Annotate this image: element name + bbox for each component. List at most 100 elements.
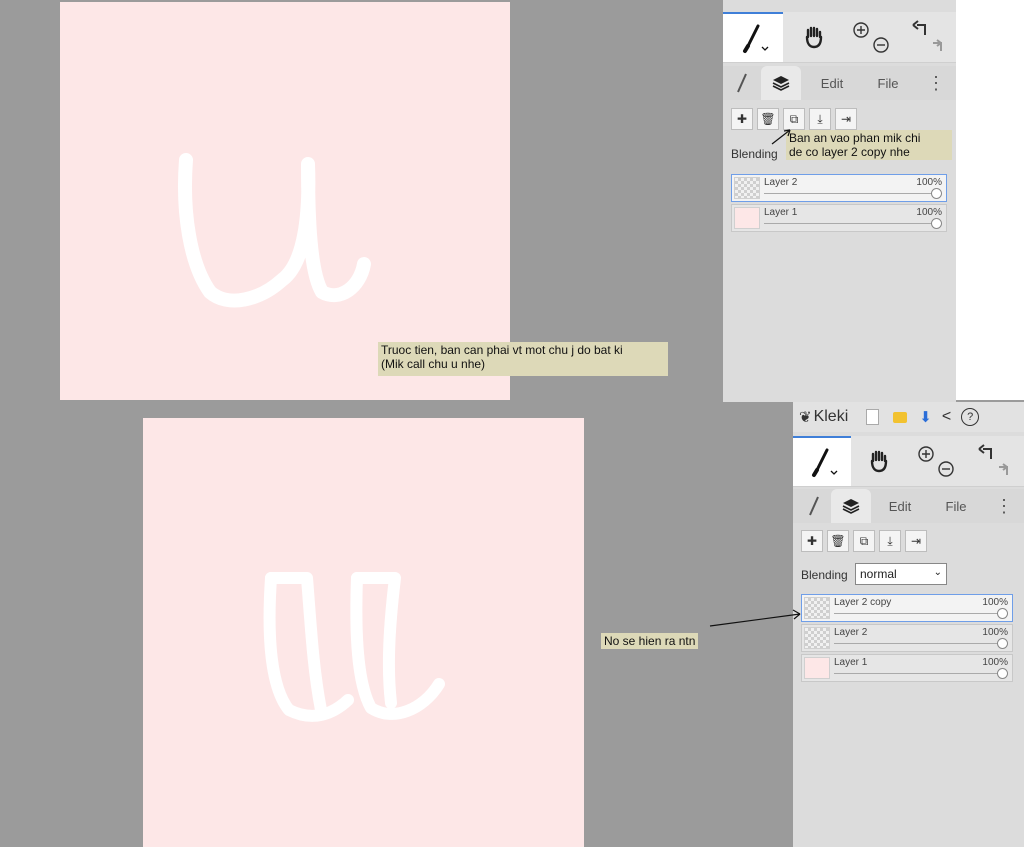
annotation-note-2: No se hien ra ntn xyxy=(601,633,699,649)
drawing-canvas-1[interactable] xyxy=(60,2,510,400)
annotation-line: Ban an vao phan mik chi xyxy=(789,131,921,145)
duplicate-layer-icon[interactable]: ⧉ xyxy=(853,530,875,552)
brush-tool[interactable] xyxy=(793,436,851,486)
annotation-arrow xyxy=(771,129,791,145)
layer-name: Layer 1 xyxy=(764,207,798,218)
layer-item[interactable]: Layer 2 copy 100% xyxy=(801,594,1013,622)
opacity-slider[interactable] xyxy=(834,643,1000,644)
add-layer-icon[interactable]: ✚ xyxy=(731,108,753,130)
undo-icon xyxy=(912,20,942,51)
brush-tool[interactable] xyxy=(723,12,783,62)
add-layer-icon[interactable]: ✚ xyxy=(801,530,823,552)
opacity-knob[interactable] xyxy=(931,188,942,199)
opacity-slider[interactable] xyxy=(834,613,1000,614)
undo-icon xyxy=(978,444,1008,475)
kleki-panel-1: Edit File ⋮ ✚ 🗑 ⧉ ⤓ ⇥ Blending Layer 2 1… xyxy=(723,0,956,402)
delete-layer-icon[interactable]: 🗑 xyxy=(827,530,849,552)
drawn-letter-u-copy xyxy=(263,572,445,722)
new-file-icon[interactable] xyxy=(866,409,880,425)
brush-icon xyxy=(812,448,838,477)
layer-opacity: 100% xyxy=(982,597,1008,608)
move-layer-icon[interactable]: ⇥ xyxy=(905,530,927,552)
layer-thumbnail xyxy=(734,207,760,229)
layer-buttons-2: ✚ 🗑 ⧉ ⤓ ⇥ xyxy=(801,530,927,556)
opacity-knob[interactable] xyxy=(931,218,942,229)
zoom-in-icon xyxy=(918,446,954,477)
move-layer-icon[interactable]: ⇥ xyxy=(835,108,857,130)
layer-item[interactable]: Layer 1 100% xyxy=(801,654,1013,682)
toolbar-2 xyxy=(793,436,1024,487)
opacity-knob[interactable] xyxy=(997,608,1008,619)
opacity-knob[interactable] xyxy=(997,638,1008,649)
opacity-slider[interactable] xyxy=(834,673,1000,674)
layer-opacity: 100% xyxy=(982,657,1008,668)
layer-thumbnail xyxy=(734,177,760,199)
hand-tool[interactable] xyxy=(851,436,907,486)
blending-value: normal xyxy=(860,567,897,581)
zoom-tools[interactable] xyxy=(907,436,965,486)
kleki-logo-icon: ❦ xyxy=(799,409,812,426)
layers-icon xyxy=(842,499,860,514)
tab-edit[interactable]: Edit xyxy=(875,489,925,523)
folder-icon[interactable] xyxy=(893,411,908,423)
tab-layers[interactable] xyxy=(761,66,801,100)
tab-row-1: Edit File ⋮ xyxy=(723,66,956,100)
hand-icon xyxy=(805,26,823,49)
page-background-white xyxy=(956,0,1024,400)
merge-icon[interactable]: ⤓ xyxy=(809,108,831,130)
zoom-tools[interactable] xyxy=(843,12,899,62)
drawn-letter-u-1 xyxy=(178,153,371,308)
layer-name: Layer 2 copy xyxy=(834,597,892,608)
layer-name: Layer 1 xyxy=(834,657,868,668)
hand-icon xyxy=(870,450,888,473)
layer-opacity: 100% xyxy=(916,177,942,188)
undo-redo[interactable] xyxy=(965,436,1021,486)
annotation-line: de co layer 2 copy nhe xyxy=(789,145,910,159)
opacity-slider[interactable] xyxy=(764,193,934,194)
tab-layers[interactable] xyxy=(831,489,871,523)
download-icon[interactable]: ⬇ xyxy=(919,408,932,426)
brush-icon xyxy=(737,73,747,93)
tab-file[interactable]: File xyxy=(931,489,981,523)
tab-file[interactable]: File xyxy=(863,66,913,100)
opacity-knob[interactable] xyxy=(997,668,1008,679)
brush-icon xyxy=(743,24,769,53)
layer-thumbnail xyxy=(804,657,830,679)
hand-tool[interactable] xyxy=(785,12,843,62)
blending-label: Blending xyxy=(801,568,848,582)
kleki-header: ❦ Kleki ⬇ < ? xyxy=(793,402,1024,432)
help-icon[interactable]: ? xyxy=(961,408,980,426)
layer-item[interactable]: Layer 2 100% xyxy=(801,624,1013,652)
annotation-arrow xyxy=(709,609,801,627)
brush-icon xyxy=(809,496,819,516)
chevron-down-icon: ⌄ xyxy=(933,567,942,578)
merge-icon[interactable]: ⤓ xyxy=(879,530,901,552)
tab-brush[interactable] xyxy=(799,489,829,523)
app-name: Kleki xyxy=(813,408,849,425)
tab-edit[interactable]: Edit xyxy=(807,66,857,100)
layer-item[interactable]: Layer 1 100% xyxy=(731,204,947,232)
zoom-in-icon xyxy=(853,22,889,53)
layer-item[interactable]: Layer 2 100% xyxy=(731,174,947,202)
tab-brush[interactable] xyxy=(727,66,757,100)
share-icon[interactable]: < xyxy=(942,408,951,426)
kleki-panel-2: ❦ Kleki ⬇ < ? Edit File ⋮ ✚ 🗑 ⧉ ⤓ ⇥ Blen… xyxy=(793,402,1024,847)
layer-opacity: 100% xyxy=(982,627,1008,638)
blending-select[interactable]: normal ⌄ xyxy=(855,563,947,585)
annotation-main: Truoc tien, ban can phai vt mot chu j do… xyxy=(378,342,668,376)
annotation-line: Truoc tien, ban can phai vt mot chu j do… xyxy=(381,343,623,357)
layer-opacity: 100% xyxy=(916,207,942,218)
annotation-tooltip: Ban an vao phan mik chi de co layer 2 co… xyxy=(786,130,952,160)
blending-label: Blending xyxy=(731,147,778,161)
more-menu-icon[interactable]: ⋮ xyxy=(923,66,949,100)
tab-row-2: Edit File ⋮ xyxy=(793,489,1024,523)
opacity-slider[interactable] xyxy=(764,223,934,224)
toolbar-1 xyxy=(723,12,956,63)
layers-icon xyxy=(772,76,790,91)
layer-name: Layer 2 xyxy=(834,627,868,638)
annotation-line: (Mik call chu u nhe) xyxy=(381,357,486,371)
layer-name: Layer 2 xyxy=(764,177,798,188)
undo-redo[interactable] xyxy=(899,12,955,62)
drawing-canvas-2[interactable] xyxy=(143,418,584,847)
more-menu-icon[interactable]: ⋮ xyxy=(991,489,1017,523)
